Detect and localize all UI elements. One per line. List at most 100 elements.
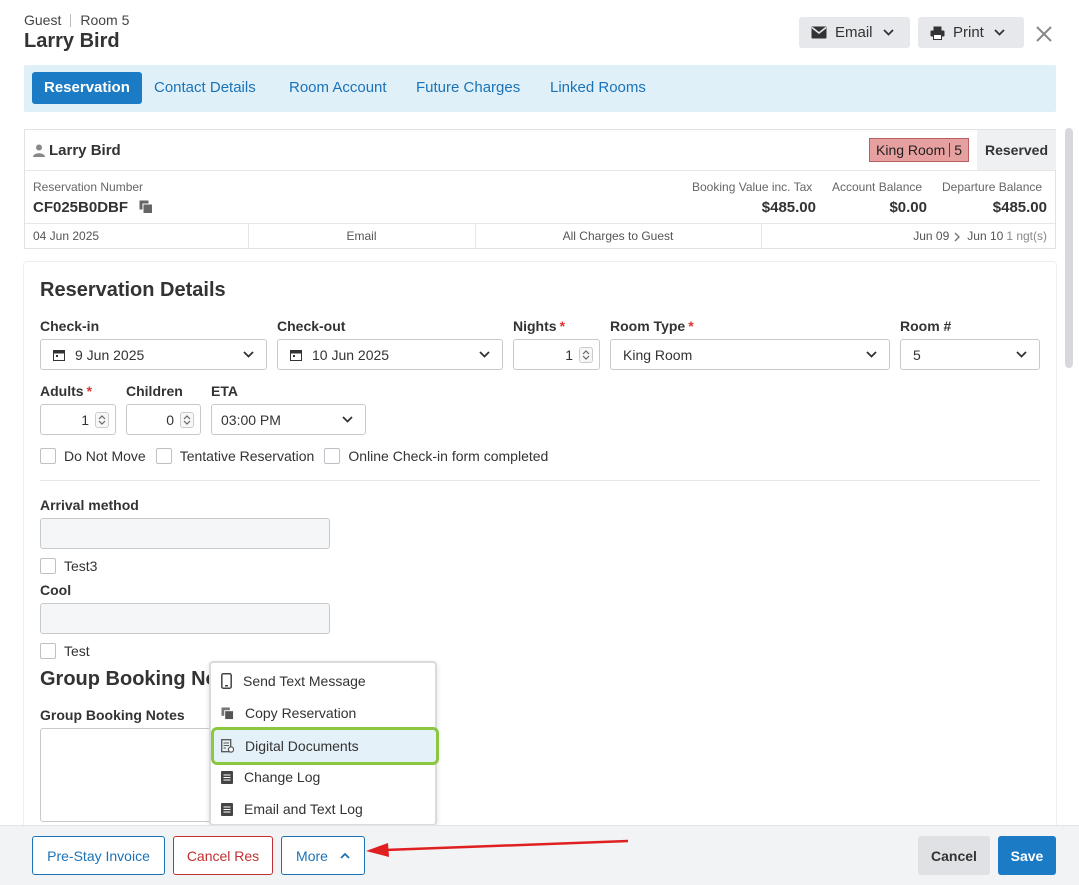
spinner-icon[interactable]	[95, 411, 109, 428]
room-badge-separator	[949, 143, 951, 157]
test3-checkbox[interactable]	[40, 558, 56, 574]
tab-room-account[interactable]: Room Account	[289, 72, 387, 104]
departure-balance-label: Departure Balance	[942, 180, 1043, 194]
scrollbar[interactable]	[1065, 128, 1073, 368]
copy-icon	[221, 706, 234, 720]
arrival-method-input[interactable]	[40, 518, 330, 549]
test-row: Test	[40, 643, 90, 659]
room-type-label-text: Room Type	[610, 318, 686, 334]
arrival-method-label: Arrival method	[40, 497, 139, 513]
close-icon[interactable]	[1032, 22, 1056, 46]
tentative-checkbox[interactable]	[155, 448, 172, 464]
arrival-method-label-text: Arrival method	[40, 497, 139, 513]
menu-item-email-text-log[interactable]: Email and Text Log	[211, 793, 435, 825]
chevron-down-icon	[1016, 351, 1027, 358]
tab-contact-details[interactable]: Contact Details	[154, 72, 256, 104]
children-label: Children	[126, 383, 183, 399]
online-checkin-label: Online Check-in form completed	[348, 448, 549, 464]
envelope-icon	[811, 26, 827, 39]
more-button[interactable]: More	[281, 836, 365, 875]
tab-linked-rooms[interactable]: Linked Rooms	[550, 72, 646, 104]
booking-value-label: Booking Value inc. Tax	[692, 180, 813, 194]
spinner-icon[interactable]	[180, 411, 194, 428]
booking-value: $485.00	[761, 199, 816, 216]
stay-dates: Jun 09 Jun 10 1 ngt(s)	[913, 224, 1047, 249]
save-button[interactable]: Save	[998, 836, 1056, 875]
log-icon	[221, 802, 233, 816]
menu-item-label: Send Text Message	[243, 673, 366, 689]
date-to: Jun 10	[967, 229, 1004, 243]
charge-routing: All Charges to Guest	[562, 229, 674, 243]
eta-value: 03:00 PM	[221, 411, 281, 428]
children-value: 0	[166, 411, 174, 428]
room-type-select[interactable]: King Room	[610, 339, 890, 370]
menu-item-digital-documents[interactable]: Digital Documents	[211, 727, 439, 765]
summary-guest-name: Larry Bird	[49, 142, 121, 159]
do-not-move-checkbox[interactable]	[40, 448, 56, 464]
chevron-down-icon	[479, 351, 490, 358]
test-checkbox[interactable]	[40, 643, 56, 659]
reservation-number: CF025B0DBF	[33, 199, 129, 216]
eta-select[interactable]: 03:00 PM	[211, 404, 366, 435]
test3-label: Test3	[64, 558, 98, 574]
reservation-summary: Larry Bird King Room 5 Reserved Reservati…	[24, 129, 1056, 249]
children-stepper[interactable]: 0	[126, 404, 201, 435]
date-from: Jun 09	[913, 229, 950, 243]
tab-future-charges[interactable]: Future Charges	[416, 72, 520, 104]
room-number-label-text: Room #	[900, 318, 952, 334]
divider	[761, 224, 762, 249]
checkout-label: Check-out	[277, 318, 345, 334]
room-number-value: 5	[913, 346, 921, 363]
printer-icon	[930, 26, 945, 40]
account-balance: $0.00	[889, 199, 927, 216]
checkin-date-picker[interactable]: 9 Jun 2025	[40, 339, 267, 370]
breadcrumb-type: Guest	[24, 12, 62, 28]
account-balance-label: Account Balance	[832, 180, 923, 194]
pre-stay-invoice-button[interactable]: Pre-Stay Invoice	[32, 836, 165, 875]
adults-stepper[interactable]: 1	[40, 404, 116, 435]
nights-value: 1	[565, 346, 573, 363]
room-badge-number: 5	[954, 142, 963, 158]
required-mark: *	[688, 318, 694, 334]
checkout-date-picker[interactable]: 10 Jun 2025	[277, 339, 503, 370]
log-icon	[221, 770, 233, 784]
menu-item-change-log[interactable]: Change Log	[211, 761, 435, 793]
spinner-icon[interactable]	[579, 346, 593, 363]
departure-balance: $485.00	[992, 199, 1047, 216]
footer-action-bar: Pre-Stay Invoice Cancel Res More Cancel …	[0, 825, 1079, 885]
tab-reservation[interactable]: Reservation	[32, 72, 142, 104]
menu-item-label: Change Log	[244, 769, 321, 785]
tab-bar: Reservation Contact Details Room Account…	[24, 65, 1056, 112]
user-icon	[33, 144, 45, 157]
breadcrumb-separator	[70, 13, 72, 27]
nights-count: 1 ngt(s)	[1006, 229, 1047, 243]
print-button-label: Print	[953, 24, 984, 41]
checkout-label-text: Check-out	[277, 318, 346, 334]
copy-icon[interactable]	[139, 200, 153, 214]
required-mark: *	[86, 383, 93, 399]
cancel-reservation-button[interactable]: Cancel Res	[173, 836, 273, 875]
room-type-label: Room Type *	[610, 318, 694, 334]
children-label-text: Children	[126, 383, 183, 399]
room-type-value: King Room	[623, 346, 693, 363]
group-notes-label-text: Group Booking Notes	[40, 707, 185, 723]
chevron-down-icon	[243, 351, 254, 358]
do-not-move-label: Do Not Move	[64, 448, 146, 464]
online-checkin-checkbox[interactable]	[324, 448, 341, 464]
menu-item-send-text-message[interactable]: Send Text Message	[211, 665, 435, 697]
test3-row: Test3	[40, 558, 97, 574]
menu-item-label: Email and Text Log	[244, 801, 363, 817]
document-icon	[221, 739, 234, 753]
menu-item-copy-reservation[interactable]: Copy Reservation	[211, 697, 435, 729]
breadcrumb: Guest Room 5	[24, 12, 129, 28]
cool-input[interactable]	[40, 603, 330, 634]
nights-stepper[interactable]: 1	[513, 339, 600, 370]
reservation-number-label: Reservation Number	[33, 180, 144, 194]
phone-icon	[221, 673, 232, 689]
cool-label-text: Cool	[40, 582, 72, 598]
cancel-button[interactable]: Cancel	[918, 836, 990, 875]
page-title: Larry Bird	[24, 30, 120, 52]
print-button[interactable]: Print	[918, 17, 1024, 48]
room-number-select[interactable]: 5	[900, 339, 1040, 370]
email-button[interactable]: Email	[799, 17, 910, 48]
